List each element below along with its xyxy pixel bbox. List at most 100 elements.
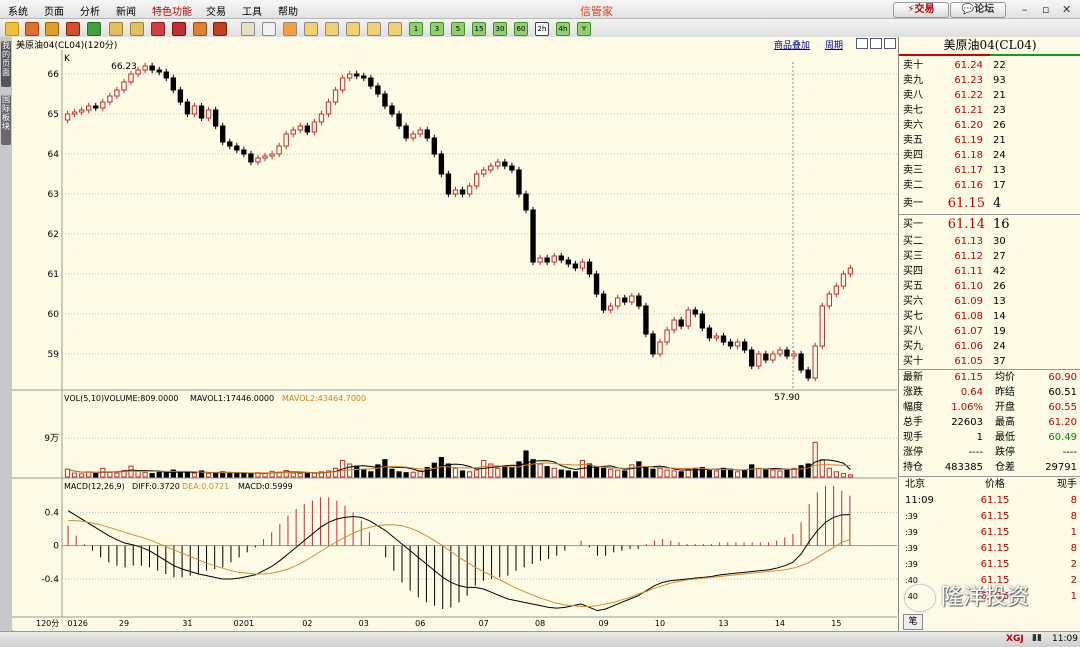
bid-row[interactable]: 买五 61.10 26 xyxy=(899,279,1080,294)
ask-row[interactable]: 卖四 61.18 24 xyxy=(899,148,1080,163)
volume-bar xyxy=(763,468,769,478)
menu-tools[interactable]: 工具 xyxy=(242,3,262,18)
period-15min-button[interactable]: 15 xyxy=(472,22,486,36)
crosshair-icon[interactable] xyxy=(151,22,165,36)
ask-row[interactable]: 卖八 61.22 21 xyxy=(899,88,1080,103)
candle xyxy=(777,349,783,355)
draw-icon[interactable] xyxy=(172,22,186,36)
back-icon[interactable] xyxy=(5,22,19,36)
list-icon[interactable] xyxy=(241,22,255,36)
layout-icon[interactable] xyxy=(856,38,868,49)
candle xyxy=(530,209,536,263)
menu-trade[interactable]: 交易 xyxy=(206,3,226,18)
volume-bar xyxy=(749,464,755,478)
volume-bar xyxy=(600,467,607,478)
candle xyxy=(699,313,706,329)
trade-button[interactable]: ⚡交易 xyxy=(893,2,949,18)
menu-news[interactable]: 新闻 xyxy=(116,3,136,18)
pen-icon[interactable] xyxy=(193,22,207,36)
candle xyxy=(431,137,437,155)
bid-row[interactable]: 买十 61.05 37 xyxy=(899,354,1080,369)
bid-row[interactable]: 买七 61.08 14 xyxy=(899,309,1080,324)
ask-row[interactable]: 卖二 61.16 17 xyxy=(899,178,1080,193)
period-4h-button[interactable]: 4h xyxy=(556,22,570,36)
volume-bar xyxy=(544,466,550,478)
tick-row: :39 61.15 8 xyxy=(905,511,1077,522)
macd-tick-label: -0.4 xyxy=(41,575,59,585)
ask-row[interactable]: 卖七 61.21 23 xyxy=(899,103,1080,118)
candle xyxy=(664,329,670,343)
volume-bar xyxy=(537,463,543,478)
volume-bar xyxy=(770,469,776,478)
stat-row: 持仓 483385 仓差 29791 xyxy=(903,462,1077,473)
zoom-out-icon[interactable] xyxy=(130,22,144,36)
bid-row[interactable]: 买八 61.07 19 xyxy=(899,324,1080,339)
period-year-icon[interactable] xyxy=(388,22,402,36)
candle xyxy=(833,285,840,295)
period-quarter-icon[interactable] xyxy=(367,22,381,36)
tab-international[interactable]: 国际板块 xyxy=(1,95,11,145)
candle xyxy=(734,341,741,347)
period-minute-icon[interactable] xyxy=(304,22,318,36)
volume-bar xyxy=(643,466,649,478)
chart-area[interactable]: K 5960616263646566 66.23 57.90 VOL(5,10)… xyxy=(12,50,897,630)
split-icon[interactable] xyxy=(870,38,882,49)
ask-row[interactable]: 卖九 61.23 93 xyxy=(899,73,1080,88)
period-1min-button[interactable]: 1 xyxy=(409,22,423,36)
menu-system[interactable]: 系统 xyxy=(8,3,28,18)
ask-row[interactable]: 卖三 61.17 13 xyxy=(899,163,1080,178)
period-month-icon[interactable] xyxy=(346,22,360,36)
menu-page[interactable]: 页面 xyxy=(44,3,64,18)
candle xyxy=(593,273,600,295)
bid1-row[interactable]: 买一 61.14 16 xyxy=(899,216,1080,234)
menu-special-features[interactable]: 特色功能 xyxy=(152,3,192,18)
candle xyxy=(847,267,854,275)
bid-row[interactable]: 买二 61.13 30 xyxy=(899,234,1080,249)
quote-icon[interactable] xyxy=(45,22,59,36)
candle xyxy=(128,73,134,83)
refresh-icon[interactable] xyxy=(87,22,101,36)
ask-row[interactable]: 卖六 61.20 26 xyxy=(899,118,1080,133)
period-year-button[interactable]: Y xyxy=(577,22,591,36)
tab-ticks[interactable]: 笔 xyxy=(903,614,923,630)
period-2h-button[interactable]: 2h xyxy=(535,22,549,36)
chart-icon[interactable] xyxy=(66,22,80,36)
stat-row: 总手 22603 最高 61.20 xyxy=(903,417,1077,428)
forum-button[interactable]: 💬论坛 xyxy=(950,2,1006,18)
zoom-in-icon[interactable] xyxy=(109,22,123,36)
price-tick-label: 66 xyxy=(48,70,60,80)
price-tick-label: 62 xyxy=(48,230,59,240)
menu-help[interactable]: 帮助 xyxy=(278,3,298,18)
bid-row[interactable]: 买三 61.12 27 xyxy=(899,249,1080,264)
volume-bar xyxy=(495,467,501,478)
tab-my-page[interactable]: 我的页面 xyxy=(1,41,11,87)
minimize-icon[interactable]: – xyxy=(1022,3,1028,16)
volume-bar xyxy=(756,467,762,478)
ask-row[interactable]: 卖十 61.24 22 xyxy=(899,58,1080,73)
period-30min-button[interactable]: 30 xyxy=(493,22,507,36)
line-chart-icon[interactable] xyxy=(262,22,276,36)
expand-icon[interactable] xyxy=(884,38,896,49)
home-icon[interactable] xyxy=(25,22,39,36)
period-3min-button[interactable]: 3 xyxy=(430,22,444,36)
ask1-row[interactable]: 卖一 61.15 4 xyxy=(899,195,1080,213)
period-60min-button[interactable]: 60 xyxy=(514,22,528,36)
ask-row[interactable]: 卖五 61.19 21 xyxy=(899,133,1080,148)
macd-tick-label: 0.4 xyxy=(45,508,60,518)
candle xyxy=(798,353,804,371)
candle xyxy=(720,335,727,343)
volume-bar xyxy=(798,465,804,478)
candle xyxy=(262,155,268,159)
period-week-icon[interactable] xyxy=(325,22,339,36)
menu-analysis[interactable]: 分析 xyxy=(80,3,100,18)
low-annotation: 57.90 xyxy=(774,393,800,403)
bid-row[interactable]: 买九 61.06 24 xyxy=(899,339,1080,354)
close-icon[interactable]: ✕ xyxy=(1062,3,1071,16)
maximize-icon[interactable]: ▫ xyxy=(1042,3,1049,16)
filter-icon[interactable] xyxy=(213,22,227,36)
bid-row[interactable]: 买六 61.09 13 xyxy=(899,294,1080,309)
period-5min-button[interactable]: 5 xyxy=(451,22,465,36)
period-tick-icon[interactable] xyxy=(283,22,297,36)
bid-row[interactable]: 买四 61.11 42 xyxy=(899,264,1080,279)
volume-bar xyxy=(671,470,677,478)
